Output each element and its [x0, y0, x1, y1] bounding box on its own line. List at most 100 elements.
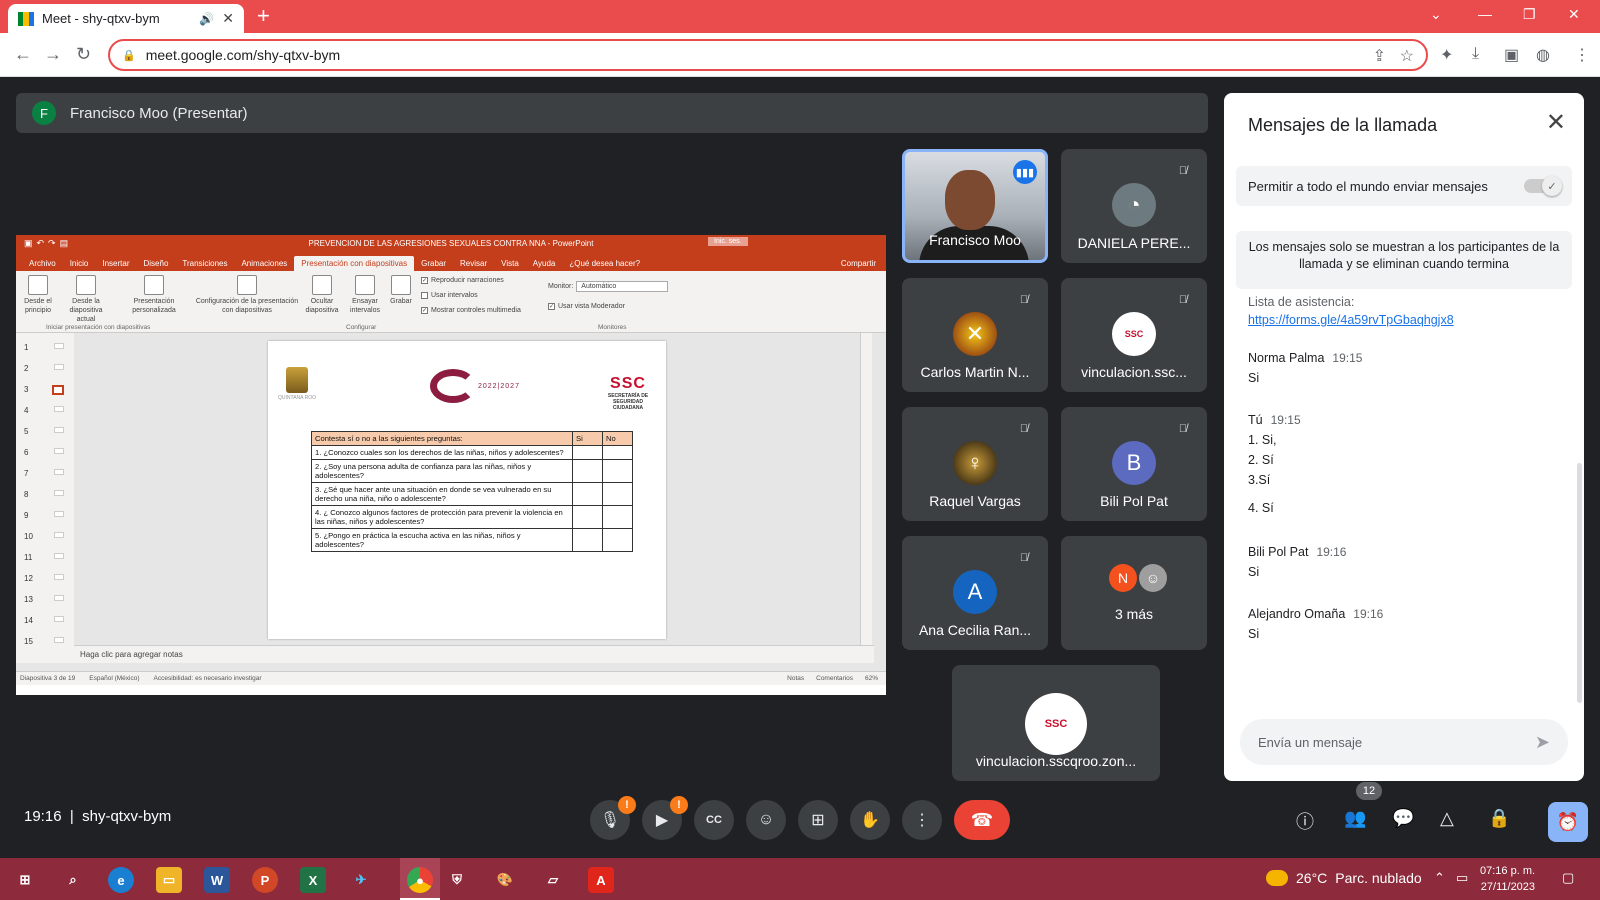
ppt-title: PREVENCION DE LAS AGRESIONES SEXUALES CO…: [308, 239, 594, 248]
presenter-label: Francisco Moo (Presentar): [70, 104, 248, 122]
more-options-button[interactable]: ⋮: [902, 800, 942, 840]
url-text: meet.google.com/shy-qtxv-bym: [145, 47, 341, 63]
hide-slide-icon: [312, 275, 332, 295]
ppt-menu-diseno: Diseño: [143, 259, 169, 268]
chk-moderador: ✓ Usar vista Moderador: [548, 303, 625, 310]
info-icon[interactable]: ⓘ: [1296, 808, 1314, 834]
message-text: 4. Sí: [1248, 501, 1274, 515]
chrome-icon[interactable]: ●: [407, 867, 433, 893]
minimize-button[interactable]: —: [1478, 6, 1492, 22]
ppt-workspace: 1 2 3 4 5 6 7 8 9 10 11 12 13 14 15 QUIN…: [16, 333, 886, 671]
notes-app-icon[interactable]: ▱: [540, 867, 566, 893]
question-text: 2. ¿Soy una persona adulta de confianza …: [311, 459, 573, 483]
avatar: ◔: [1112, 183, 1156, 227]
share-icon[interactable]: ⇪: [1373, 46, 1386, 66]
notification-icon[interactable]: ▢: [1562, 870, 1574, 886]
windows-start-icon[interactable]: ⊞: [12, 867, 38, 893]
thumb-10: 10: [24, 532, 64, 541]
slideshow-start-icon: [28, 275, 48, 295]
chevron-up-icon[interactable]: ⌃: [1434, 870, 1445, 886]
weather-widget[interactable]: 26°C Parc. nublado: [1266, 870, 1422, 886]
acrobat-icon[interactable]: A: [588, 867, 614, 893]
search-icon[interactable]: ⌕: [60, 867, 86, 893]
participant-tile-raquel[interactable]: 🎙̸ ♀ Raquel Vargas: [902, 407, 1048, 521]
mic-off-icon: 🎙̸: [1019, 423, 1029, 435]
menu-icon[interactable]: ⋮: [1574, 45, 1590, 65]
address-bar[interactable]: 🔒 meet.google.com/shy-qtxv-bym ⇪ ☆: [108, 39, 1428, 71]
chk-controles: ✓ Mostrar controles multimedia: [421, 307, 521, 314]
participant-tile-francisco[interactable]: ▮▮▮ Francisco Moo: [902, 149, 1048, 263]
q-logo-icon: [430, 369, 476, 403]
ppt-menu-buscar: ¿Qué desea hacer?: [569, 259, 641, 268]
edge-icon[interactable]: e: [108, 867, 134, 893]
chat-icon[interactable]: 💬: [1392, 808, 1414, 829]
participant-tile-bili[interactable]: 🎙̸ B Bili Pol Pat: [1061, 407, 1207, 521]
speaker-icon[interactable]: 🔊: [199, 12, 214, 26]
app-icon[interactable]: ✈: [348, 867, 374, 893]
download-icon[interactable]: ⤓: [1472, 45, 1479, 63]
participant-tile-more[interactable]: N ☺ 3 más: [1061, 536, 1207, 650]
new-tab-button[interactable]: +: [257, 4, 270, 28]
attendance-link[interactable]: https://forms.gle/4a59rvTpGbaqhgjx8: [1248, 313, 1564, 327]
puzzle-icon[interactable]: ✦: [1440, 45, 1453, 65]
setup-show-icon: [237, 275, 257, 295]
host-controls-icon[interactable]: 🔒: [1488, 808, 1510, 829]
timer-button[interactable]: ⏰: [1548, 802, 1588, 842]
close-tab-icon[interactable]: ✕: [222, 10, 234, 27]
message-input[interactable]: Envía un mensaje ➤: [1240, 719, 1568, 765]
forward-icon[interactable]: →: [44, 43, 62, 65]
back-icon[interactable]: ←: [14, 43, 32, 65]
mic-button[interactable]: 🎙!: [590, 796, 636, 840]
participant-tile-vinculacion[interactable]: 🎙̸ SSC vinculacion.ssc...: [1061, 278, 1207, 392]
file-explorer-icon[interactable]: ▭: [156, 867, 182, 893]
allow-messages-toggle[interactable]: ✓: [1524, 176, 1562, 196]
questions-table: Contesta sí o no a las siguientes pregun…: [311, 431, 633, 552]
powerpoint-icon[interactable]: P: [252, 867, 278, 893]
thumb-4: 4: [24, 406, 64, 415]
tab-search-icon[interactable]: ⌄: [1430, 6, 1442, 23]
close-window-button[interactable]: ✕: [1568, 6, 1580, 23]
current-slide: QUINTANA ROO 2022|2027 SSC SECRETARÍA DE …: [268, 341, 666, 639]
message-text: Si: [1248, 627, 1260, 641]
profile-icon[interactable]: ◍: [1536, 45, 1550, 65]
avatar: N: [1109, 564, 1137, 592]
thumb-3: 3: [24, 385, 64, 395]
temperature: 26°C: [1296, 870, 1328, 886]
participant-tile-vinculacion-zona[interactable]: SSC vinculacion.sscqroo.zon...: [952, 665, 1160, 781]
star-icon[interactable]: ☆: [1400, 46, 1414, 66]
ribbon-configuracion: Configuración de la presentación con dia…: [192, 271, 302, 315]
more-participants: 3 más: [1114, 606, 1154, 622]
camera-button[interactable]: ▶!: [642, 796, 688, 840]
reload-icon[interactable]: ↻: [76, 43, 91, 65]
participant-tile-daniela[interactable]: 🎙̸ ◔ DANIELA PERE...: [1061, 149, 1207, 263]
excel-icon[interactable]: X: [300, 867, 326, 893]
close-icon[interactable]: ✕: [1546, 111, 1566, 135]
message-text: 1. Si,: [1248, 433, 1277, 447]
ppt-menu-animaciones: Animaciones: [241, 259, 288, 268]
raise-hand-button[interactable]: ✋: [850, 800, 890, 840]
people-icon[interactable]: 👥: [1344, 808, 1366, 829]
send-icon[interactable]: ➤: [1535, 732, 1550, 753]
lock-icon[interactable]: 🔒: [122, 49, 136, 62]
participant-tile-carlos[interactable]: 🎙̸ ✕ Carlos Martin N...: [902, 278, 1048, 392]
participant-name: Ana Cecilia Ran...: [918, 622, 1032, 638]
shield-icon[interactable]: ⛨: [444, 867, 470, 893]
word-icon[interactable]: W: [204, 867, 230, 893]
chat-scrollbar[interactable]: [1577, 463, 1582, 703]
leave-call-button[interactable]: ☎: [954, 800, 1010, 840]
chk-intervalos: Usar intervalos: [421, 292, 478, 299]
ssc-avatar-icon: SSC: [1112, 312, 1156, 356]
camera-icon: ▶: [655, 812, 669, 829]
maximize-button[interactable]: ❐: [1523, 6, 1536, 23]
emoji-button[interactable]: ☺: [746, 800, 786, 840]
browser-tab[interactable]: Meet - shy-qtxv-bym 🔊 ✕: [8, 4, 244, 33]
paint-icon[interactable]: 🎨: [492, 867, 518, 893]
network-icon[interactable]: ▭: [1456, 870, 1468, 886]
present-button[interactable]: ⊞: [798, 800, 838, 840]
participant-tile-ana[interactable]: 🎙̸ A Ana Cecilia Ran...: [902, 536, 1048, 650]
group-configurar: Configurar: [346, 324, 377, 331]
system-clock[interactable]: 07:16 p. m. 27/11/2023: [1480, 863, 1535, 895]
activities-icon[interactable]: △: [1440, 808, 1454, 829]
sidebar-icon[interactable]: ▣: [1504, 45, 1519, 65]
captions-button[interactable]: CC: [694, 800, 734, 840]
